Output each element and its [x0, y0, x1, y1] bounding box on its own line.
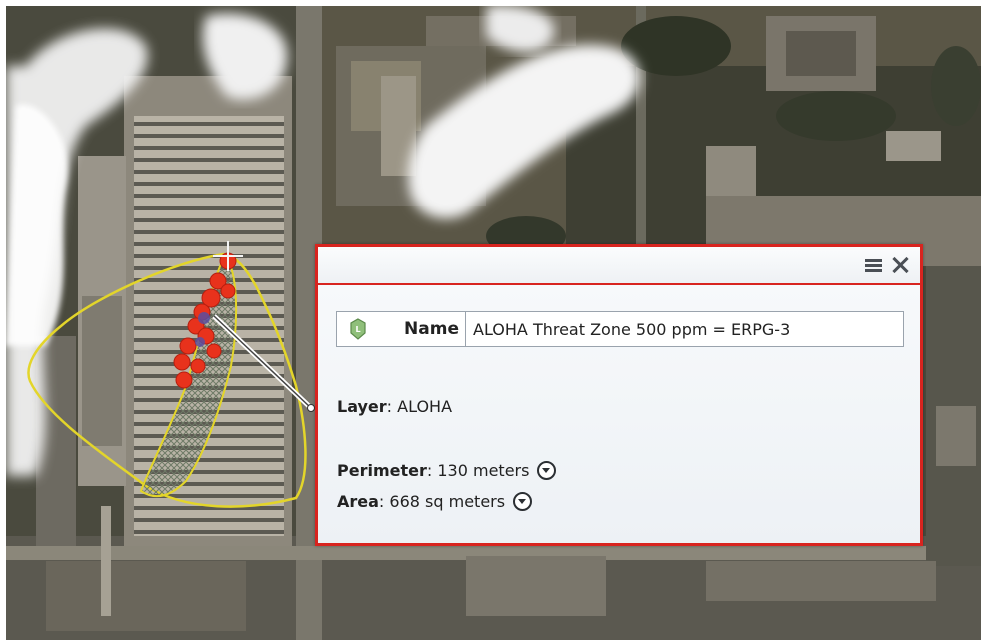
- layer-colon: :: [386, 397, 398, 416]
- feature-popup[interactable]: L Name ALOHA Threat Zone 500 ppm = ERPG-…: [315, 244, 923, 546]
- area-line: Area: 668 sq meters: [337, 492, 533, 511]
- layer-value: ALOHA: [397, 397, 453, 416]
- perimeter-dropdown-icon[interactable]: [537, 461, 557, 480]
- hamburger-menu-icon[interactable]: [865, 259, 882, 273]
- layer-label: Layer: [337, 397, 387, 416]
- perimeter-line: Perimeter: 130 meters: [337, 461, 557, 480]
- popup-body: L Name ALOHA Threat Zone 500 ppm = ERPG-…: [318, 285, 920, 543]
- screen: L Name ALOHA Threat Zone 500 ppm = ERPG-…: [0, 0, 983, 643]
- popup-header: [318, 247, 920, 285]
- area-colon: :: [378, 492, 390, 511]
- close-icon[interactable]: [890, 255, 910, 275]
- layer-line: Layer: ALOHA: [337, 397, 452, 416]
- perimeter-colon: :: [426, 461, 438, 480]
- layer-symbol-icon: L: [350, 318, 366, 340]
- area-dropdown-icon[interactable]: [513, 492, 533, 511]
- name-row: L Name ALOHA Threat Zone 500 ppm = ERPG-…: [336, 311, 904, 347]
- perimeter-label: Perimeter: [337, 461, 427, 480]
- name-label: Name: [404, 319, 459, 339]
- name-label-cell: L Name: [337, 312, 466, 346]
- perimeter-value: 130 meters: [437, 461, 530, 480]
- area-value: 668 sq meters: [389, 492, 506, 511]
- name-value: ALOHA Threat Zone 500 ppm = ERPG-3: [473, 320, 791, 339]
- map-view[interactable]: L Name ALOHA Threat Zone 500 ppm = ERPG-…: [6, 6, 981, 640]
- area-label: Area: [337, 492, 379, 511]
- svg-text:L: L: [355, 325, 360, 334]
